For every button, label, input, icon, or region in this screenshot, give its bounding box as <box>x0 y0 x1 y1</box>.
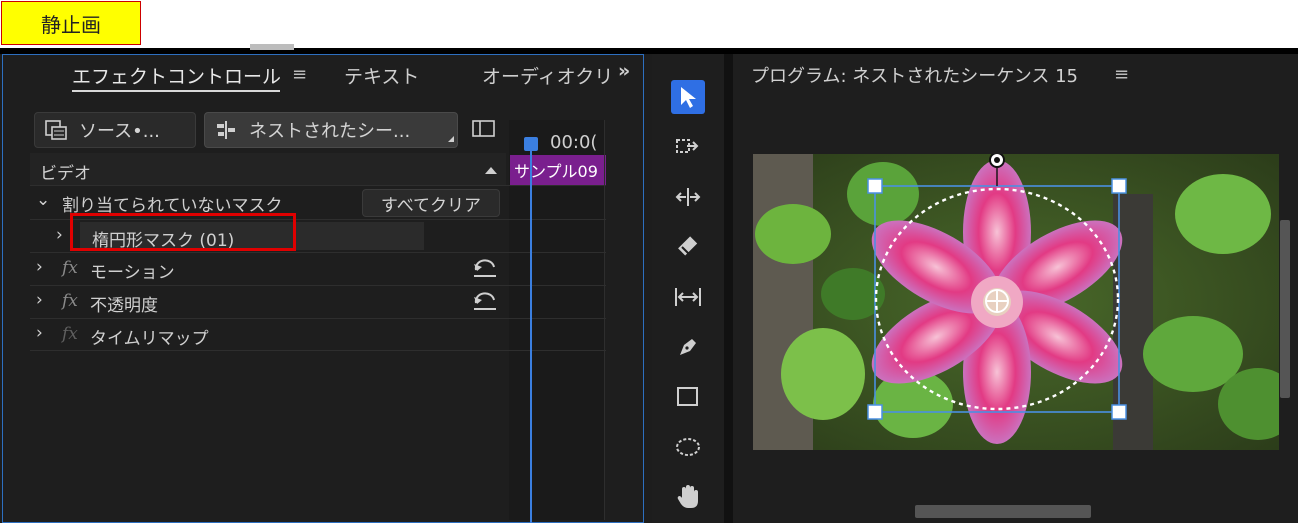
expand-chevron-right-icon[interactable]: › <box>56 225 63 245</box>
tab-effect-controls[interactable]: エフェクトコントロール <box>72 62 281 89</box>
expand-chevron-down-icon[interactable]: ⌄ <box>36 190 50 210</box>
horizontal-scrollbar[interactable] <box>915 505 1091 518</box>
motion-effect-label: モーション <box>90 263 175 283</box>
panel-divider <box>724 54 733 523</box>
panel-menu-icon[interactable]: ≡ <box>292 64 307 85</box>
playhead-line[interactable] <box>530 140 532 523</box>
reset-icon[interactable] <box>472 291 498 311</box>
collapse-up-icon[interactable] <box>485 167 497 174</box>
timecode[interactable]: 00:0( <box>550 132 597 153</box>
expand-chevron-right-icon[interactable]: › <box>36 290 43 310</box>
toggle-timeline-icon[interactable] <box>472 119 496 139</box>
overflow-tabs-icon[interactable]: » <box>618 60 630 82</box>
opacity-effect-label: 不透明度 <box>90 296 158 316</box>
time-remap-effect-label: タイムリマップ <box>90 329 209 349</box>
reset-icon[interactable] <box>472 258 498 278</box>
video-section-label: ビデオ <box>40 164 91 184</box>
tab-audio-label: オーディオクリ <box>482 66 610 88</box>
ellipse-tool-icon[interactable] <box>671 430 705 464</box>
row-divider <box>30 185 606 186</box>
video-header-row <box>30 153 506 185</box>
row-divider <box>30 318 606 319</box>
row-divider <box>30 252 606 253</box>
monitor-menu-icon[interactable]: ≡ <box>1114 64 1129 85</box>
razor-tool-icon[interactable] <box>671 230 705 264</box>
still-image-label: 静止画 <box>1 1 141 45</box>
row-divider <box>30 285 606 286</box>
clear-all-label: すべてクリア <box>380 195 482 216</box>
timeline-border <box>604 120 605 520</box>
source-button-label: ソース•... <box>79 121 160 142</box>
fx-icon[interactable]: fx <box>62 324 78 344</box>
pen-tool-icon[interactable] <box>671 330 705 364</box>
selection-tool-icon[interactable] <box>671 80 705 114</box>
active-tab-underline <box>72 90 280 92</box>
fx-icon[interactable]: fx <box>62 291 78 311</box>
source-clip-button[interactable]: ソース•... <box>34 112 196 148</box>
vertical-scrollbar[interactable] <box>1280 220 1290 398</box>
hand-tool-icon[interactable] <box>671 480 705 514</box>
tab-text[interactable]: テキスト <box>344 62 419 89</box>
highlight-box <box>70 213 296 251</box>
row-divider <box>30 350 606 351</box>
playhead-handle[interactable] <box>524 137 538 151</box>
sequence-button-label: ネストされたシー... <box>249 121 411 142</box>
clip-label: サンプル09 <box>514 162 598 181</box>
slip-tool-icon[interactable] <box>671 280 705 314</box>
sequence-icon <box>217 121 235 139</box>
fx-icon[interactable]: fx <box>62 258 78 278</box>
expand-chevron-right-icon[interactable]: › <box>36 323 43 343</box>
rectangle-tool-icon[interactable] <box>671 380 705 414</box>
clip-icon <box>45 120 67 140</box>
track-select-tool-icon[interactable] <box>671 130 705 164</box>
clip-block[interactable]: サンプル09 <box>510 155 606 185</box>
tab-notch <box>250 44 294 50</box>
ripple-edit-tool-icon[interactable] <box>671 180 705 214</box>
program-monitor-title: プログラム: ネストされたシーケンス 15 <box>751 66 1078 87</box>
sequence-button[interactable]: ネストされたシー... <box>204 112 458 148</box>
dropdown-corner-icon <box>448 136 454 142</box>
tab-audio-clip-mixer[interactable]: オーディオクリ <box>482 62 610 88</box>
video-frame[interactable] <box>753 154 1279 450</box>
expand-chevron-right-icon[interactable]: › <box>36 257 43 277</box>
clear-all-button[interactable]: すべてクリア <box>362 189 500 217</box>
